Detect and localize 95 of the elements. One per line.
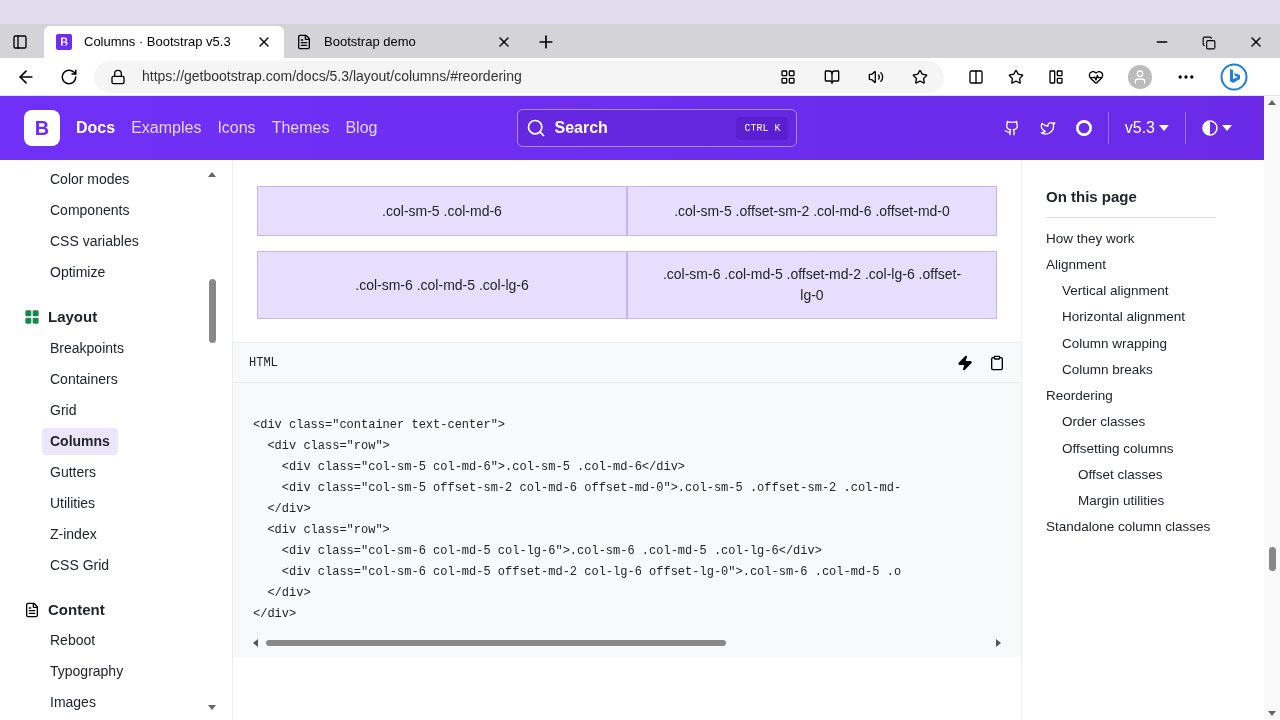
code-line: <div class="col-sm-5 offset-sm-2 col-md-6 offset-md-0">.col-sm-5 .offset-sm-2 .col-md- (280, 480, 902, 497)
code-line: </div> (266, 585, 311, 602)
version-dropdown[interactable]: v5.3 (1124, 116, 1169, 140)
nav-link[interactable]: Icons (217, 116, 256, 140)
nav-link[interactable]: Docs (76, 116, 116, 140)
code-line: <div class="col-sm-5 col-md-6">.col-sm-5 .col-md-6</div> (280, 459, 686, 476)
sidebar-link[interactable]: Utilities (42, 489, 104, 517)
sidebar-heading: Layout (48, 307, 98, 327)
split-screen-icon[interactable] (968, 68, 984, 85)
page-icon (296, 34, 312, 50)
toc-link[interactable]: Offsetting columns (1046, 435, 1264, 462)
shortcut-key: CTRL K (736, 116, 789, 140)
scrollbar-thumb[interactable] (266, 640, 726, 646)
scroll-up-icon[interactable] (208, 172, 216, 177)
copilot-icon[interactable] (1220, 62, 1248, 91)
scrollbar-thumb[interactable] (208, 279, 216, 343)
toc-title: On this page (1046, 186, 1216, 218)
toc-link[interactable]: Alignment (1046, 251, 1264, 278)
search-placeholder: Search (554, 118, 609, 138)
code-line: <div class="col-sm-6 col-md-5 col-lg-6">.col-sm-6 .col-md-5 .col-lg-6</div> (280, 543, 822, 560)
scroll-right-icon[interactable] (996, 639, 1001, 647)
scroll-left-icon[interactable] (253, 639, 258, 647)
toc-link[interactable]: Order classes (1046, 409, 1264, 436)
document-icon (24, 601, 40, 618)
lock-icon (110, 68, 126, 85)
sidebar-link[interactable]: Breakpoints (42, 334, 132, 362)
sidebar-link[interactable]: Color modes (42, 166, 138, 193)
grid-column-demo: .col-sm-5 .offset-sm-2 .col-md-6 .offset-md-0 (627, 186, 997, 236)
toc-link[interactable]: Vertical alignment (1046, 278, 1264, 305)
sidebar-heading: Content (48, 599, 105, 620)
code-language-label: HTML (249, 354, 278, 372)
scroll-up-icon[interactable] (1268, 100, 1276, 105)
browser-tab[interactable]: Bootstrap demo (284, 26, 524, 58)
sidebar-link[interactable]: Optimize (42, 259, 114, 286)
scroll-down-icon[interactable] (208, 705, 216, 710)
bootstrap-logo-icon (56, 34, 72, 50)
copy-icon[interactable] (989, 354, 1005, 371)
sidebar-link[interactable]: CSS variables (42, 228, 147, 255)
toc-link[interactable]: Column breaks (1046, 356, 1264, 383)
code-line: <div class="col-sm-6 col-md-5 offset-md-2 col-lg-6 offset-lg-0">.col-sm-6 .col-md-5 .o (280, 564, 902, 581)
tab-actions-icon[interactable] (12, 34, 28, 50)
reload-icon[interactable] (60, 67, 78, 86)
bootstrap-logo[interactable]: B (24, 110, 60, 146)
apps-icon[interactable] (780, 68, 796, 85)
sidebar-link[interactable]: CSS Grid (42, 551, 118, 579)
sidebar-link[interactable]: Images (42, 689, 104, 716)
caret-icon[interactable] (1222, 125, 1232, 131)
favorites-icon[interactable] (1008, 68, 1024, 85)
code-line: </div> (266, 501, 311, 518)
sidebar-link[interactable]: Typography (42, 658, 132, 685)
address-bar[interactable]: https://getbootstrap.com/docs/5.3/layout/columns/#reordering (94, 60, 944, 93)
sidebar-link[interactable]: Containers (42, 365, 126, 393)
twitter-icon[interactable] (1039, 120, 1056, 136)
grid-column-demo: .col-sm-5 .col-md-6 (257, 186, 627, 236)
circle-logo-icon[interactable] (1075, 120, 1092, 136)
sidebar-link[interactable]: Components (42, 197, 138, 224)
code-line: <div class="container text-center"> (253, 417, 506, 434)
scroll-down-icon[interactable] (1268, 711, 1276, 716)
sidebar-link[interactable]: Z-index (42, 520, 105, 548)
restore-icon[interactable] (1202, 36, 1216, 50)
nav-link[interactable]: Blog (345, 116, 378, 140)
sidebar-link[interactable]: Gutters (42, 458, 104, 486)
sidebar-link[interactable]: Reboot (42, 627, 104, 654)
collections-icon[interactable] (1048, 68, 1064, 85)
caret-icon (1159, 125, 1169, 131)
contrast-icon[interactable] (1202, 120, 1218, 136)
url-text: https://getbootstrap.com/docs/5.3/layout/columns/#reordering (142, 67, 523, 86)
toc-link[interactable]: Offset classes (1046, 461, 1264, 488)
scrollbar-thumb[interactable] (1268, 547, 1276, 571)
search-field[interactable]: Search CTRL K (517, 109, 798, 147)
toc-link[interactable]: Horizontal alignment (1046, 304, 1264, 331)
grid-column-demo: .col-sm-6 .col-md-5 .col-lg-6 (257, 251, 627, 319)
tab-title: Columns · Bootstrap v5.3 (84, 33, 232, 52)
toc-link[interactable]: Column wrapping (1046, 330, 1264, 357)
search-icon (526, 118, 547, 138)
favorite-icon[interactable] (912, 68, 928, 85)
toc-link[interactable]: How they work (1046, 225, 1264, 252)
toc-link[interactable]: Standalone column classes (1046, 514, 1264, 541)
nav-link[interactable]: Themes (271, 116, 330, 140)
code-line: <div class="row"> (266, 522, 390, 539)
toc-link[interactable]: Margin utilities (1046, 488, 1264, 515)
sidebar-link[interactable]: Columns (42, 427, 118, 455)
health-icon[interactable] (1088, 68, 1104, 85)
tab-title: Bootstrap demo (324, 33, 417, 52)
browser-tab[interactable]: Columns · Bootstrap v5.3 (44, 26, 284, 58)
sidebar-link[interactable]: Grid (42, 396, 85, 424)
lightning-icon[interactable] (957, 354, 973, 371)
code-line: </div> (253, 606, 297, 623)
nav-link[interactable]: Examples (131, 116, 202, 140)
grid-icon (24, 309, 40, 326)
scrollbar-track[interactable] (1264, 96, 1280, 720)
grid-column-demo: .col-sm-6 .col-md-5 .offset-md-2 .col-lg-6 .offset-lg-0 (627, 251, 997, 319)
code-line: <div class="row"> (266, 438, 390, 455)
github-icon[interactable] (1003, 120, 1020, 136)
toc-link[interactable]: Reordering (1046, 383, 1264, 410)
